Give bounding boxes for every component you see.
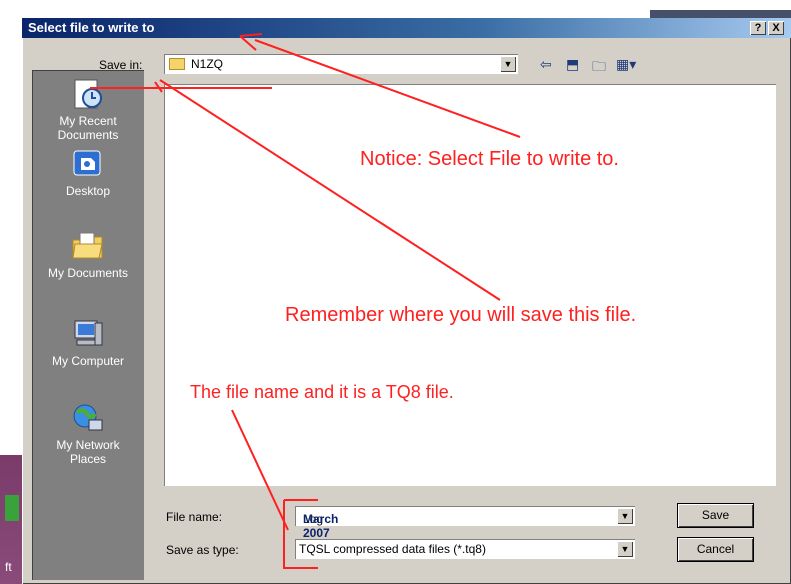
notice-annotation: Notice: Select File to write to.: [360, 148, 619, 170]
place-label: Documents: [57, 128, 119, 142]
chevron-down-icon[interactable]: ▼: [500, 56, 516, 72]
remember-annotation: Remember where you will save this file.: [285, 304, 637, 326]
network-places-icon: [73, 404, 103, 431]
file-name-value-highlight: March 2007: [303, 512, 339, 540]
filename-annotation: The file name and it is a TQ8 file.: [190, 382, 454, 402]
place-label: Desktop: [65, 184, 111, 198]
close-button[interactable]: X: [768, 21, 784, 35]
dialog-titlebar[interactable]: Select file to write to ? X: [22, 18, 791, 38]
new-folder-icon[interactable]: 🗀: [592, 56, 606, 80]
save-as-type-select[interactable]: TQSL compressed data files (*.tq8) ▼: [295, 539, 635, 559]
file-name-label: File name:: [166, 510, 223, 524]
save-in-dropdown[interactable]: N1ZQ ▼: [164, 54, 518, 74]
places-bar: My Recent Documents Desktop My Documents…: [32, 70, 144, 580]
place-my-documents[interactable]: My Documents: [32, 230, 144, 280]
my-computer-icon: [74, 320, 103, 346]
background-window-edge: [650, 10, 791, 18]
cancel-button[interactable]: Cancel: [678, 538, 753, 561]
file-list-area[interactable]: [164, 84, 776, 486]
desktop-background-top: [0, 0, 791, 18]
place-my-network-places[interactable]: My Network Places: [32, 402, 144, 466]
folder-icon: [169, 58, 185, 70]
save-file-dialog: Select file to write to ? X Save in: N1Z…: [22, 18, 791, 584]
dialog-title: Select file to write to: [28, 20, 155, 35]
place-my-computer[interactable]: My Computer: [32, 318, 144, 368]
place-label: My Computer: [51, 354, 125, 368]
save-in-value: N1ZQ: [191, 57, 224, 71]
desktop-icon: [73, 150, 101, 176]
chevron-down-icon[interactable]: ▼: [617, 541, 633, 557]
background-green-icon: [5, 495, 19, 521]
file-name-input[interactable]: Log March 2007 ▼: [295, 506, 635, 540]
background-taskbar-text: ft: [5, 560, 12, 574]
save-as-type-label: Save as type:: [166, 543, 239, 557]
place-my-recent-documents[interactable]: My Recent Documents: [32, 78, 144, 142]
place-label: My Network: [56, 438, 120, 452]
save-as-type-value: TQSL compressed data files (*.tq8): [299, 542, 486, 556]
my-documents-icon: [72, 232, 103, 259]
place-label: My Recent: [59, 114, 117, 128]
desktop-background-left: ft: [0, 0, 22, 584]
save-button[interactable]: Save: [678, 504, 753, 527]
view-menu-icon[interactable]: ▦▾: [616, 56, 636, 73]
place-label: My Documents: [47, 266, 129, 280]
recent-documents-icon: [74, 79, 102, 109]
place-label: Places: [69, 452, 107, 466]
place-desktop[interactable]: Desktop: [32, 148, 144, 198]
chevron-down-icon[interactable]: ▼: [617, 508, 633, 524]
help-button[interactable]: ?: [750, 21, 766, 35]
up-folder-icon[interactable]: ⬒: [566, 56, 579, 73]
back-arrow-icon[interactable]: ⇦: [540, 56, 552, 73]
